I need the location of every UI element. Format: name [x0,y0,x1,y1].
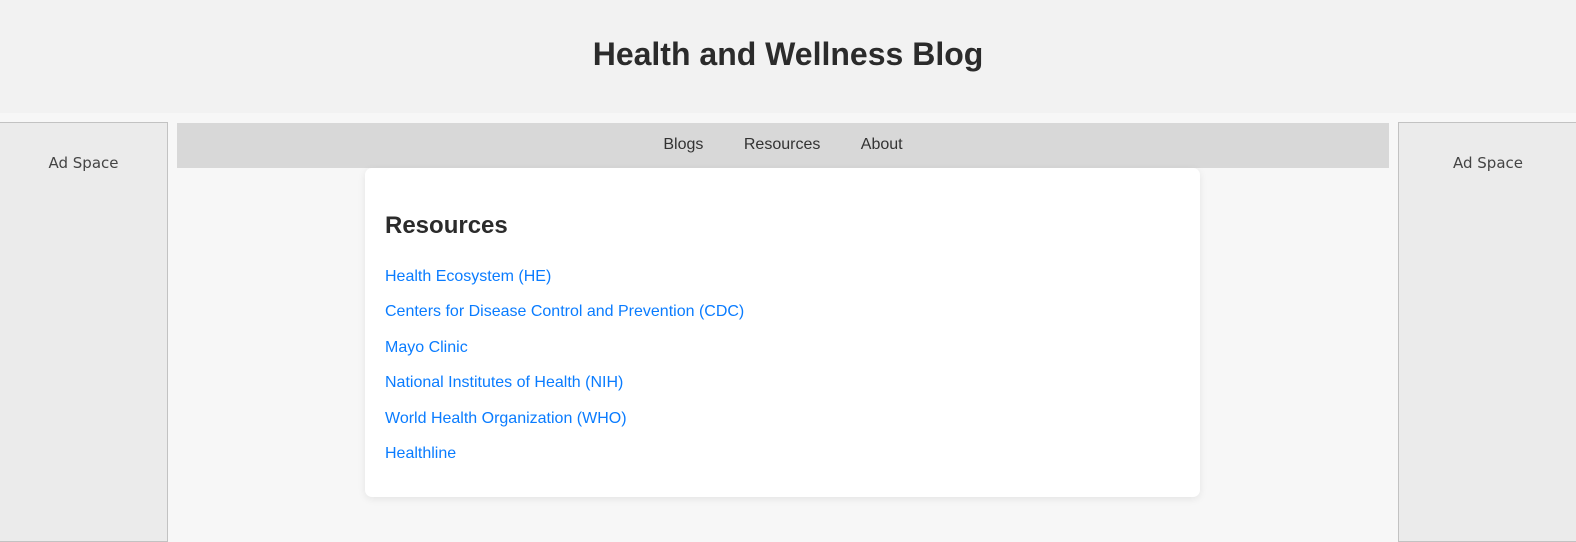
main-nav: Blogs Resources About [177,123,1389,168]
resource-link-he[interactable]: Health Ecosystem (HE) [385,268,551,285]
list-item: Health Ecosystem (HE) [385,268,744,303]
list-item: Mayo Clinic [385,339,744,374]
left-ad-space: Ad Space [0,122,168,542]
resource-link-who[interactable]: World Health Organization (WHO) [385,410,627,427]
resource-link-mayo[interactable]: Mayo Clinic [385,339,468,356]
site-title: Health and Wellness Blog [592,36,984,72]
resource-link-healthline[interactable]: Healthline [385,445,456,462]
list-item: Healthline [385,445,744,480]
list-item: Centers for Disease Control and Preventi… [385,303,744,338]
ad-label: Ad Space [48,154,119,172]
site-header: Health and Wellness Blog [0,0,1576,113]
resources-list: Health Ecosystem (HE) Centers for Diseas… [385,268,744,480]
nav-blogs[interactable]: Blogs [663,136,703,153]
nav-resources[interactable]: Resources [744,136,820,153]
resource-link-nih[interactable]: National Institutes of Health (NIH) [385,374,623,391]
nav-about[interactable]: About [861,136,903,153]
resources-heading: Resources [385,212,508,239]
resources-card: Resources Health Ecosystem (HE) Centers … [365,168,1200,497]
right-ad-space: Ad Space [1398,122,1576,542]
list-item: National Institutes of Health (NIH) [385,374,744,409]
ad-label: Ad Space [1453,154,1523,172]
list-item: World Health Organization (WHO) [385,410,744,445]
resource-link-cdc[interactable]: Centers for Disease Control and Preventi… [385,303,744,320]
